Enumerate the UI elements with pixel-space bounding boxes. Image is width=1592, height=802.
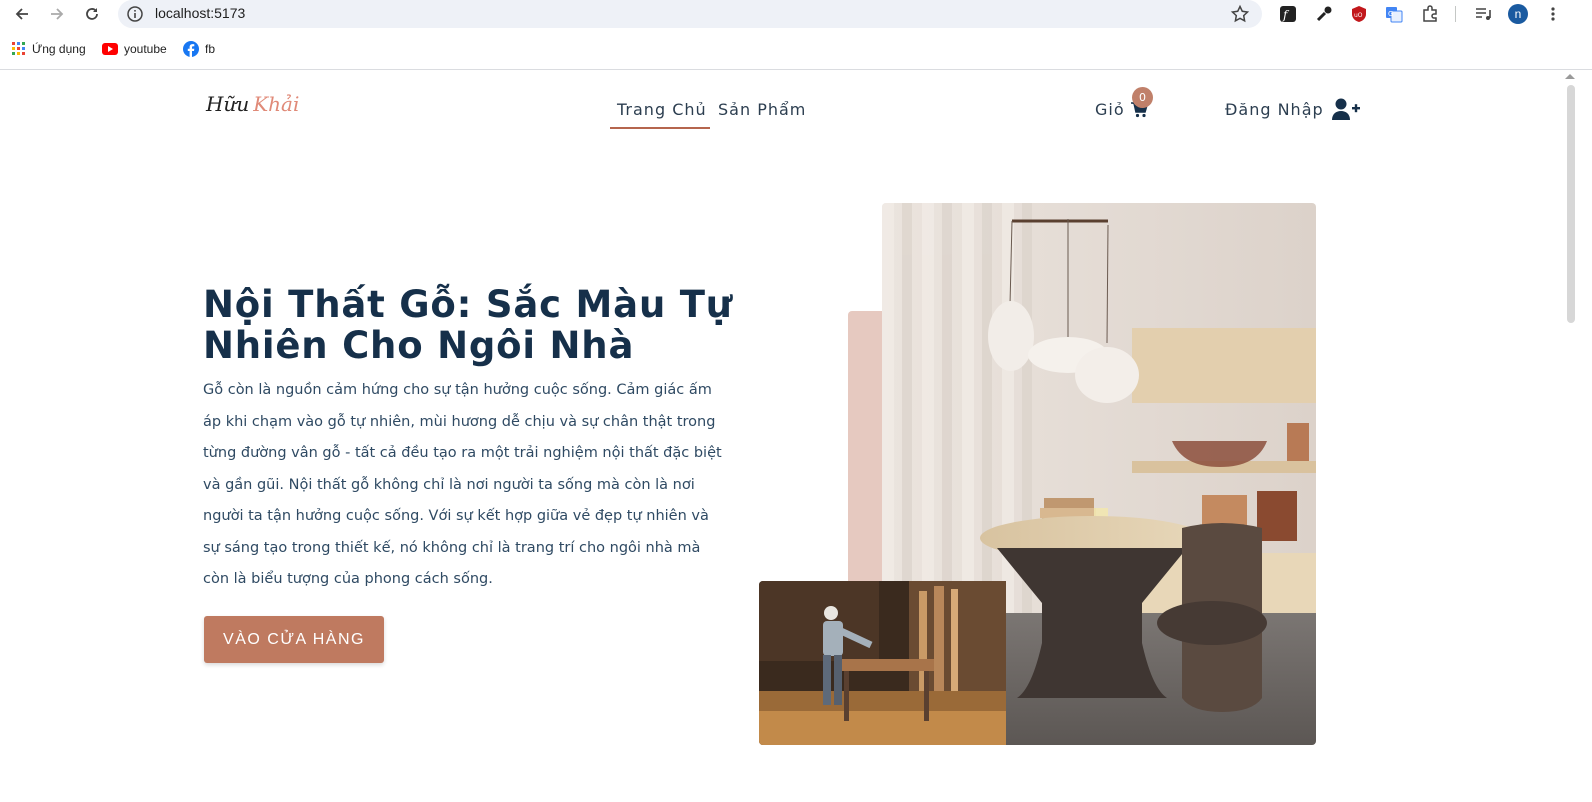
nav-products[interactable]: Sản Phẩm bbox=[718, 100, 806, 119]
ublock-icon[interactable]: uO bbox=[1348, 3, 1370, 25]
font-extension-icon[interactable]: f bbox=[1277, 3, 1299, 25]
scrollbar-thumb[interactable] bbox=[1567, 85, 1575, 323]
browser-toolbar: localhost:5173 f uO G n bbox=[0, 0, 1592, 28]
hero-description: Gỗ còn là nguồn cảm hứng cho sự tận hưởn… bbox=[203, 382, 722, 587]
back-arrow-icon[interactable] bbox=[11, 3, 33, 25]
site-info-icon[interactable] bbox=[126, 5, 144, 23]
more-menu-icon[interactable] bbox=[1542, 3, 1564, 25]
bookmark-label: fb bbox=[205, 42, 216, 56]
svg-text:G: G bbox=[1388, 10, 1393, 18]
bookmarks-bar: Ứng dụng youtube fb bbox=[0, 37, 1592, 61]
extensions-puzzle-icon[interactable] bbox=[1419, 3, 1441, 25]
user-plus-icon bbox=[1331, 98, 1360, 120]
bookmark-fb[interactable]: fb bbox=[183, 37, 215, 61]
bookmark-apps[interactable]: Ứng dụng bbox=[12, 37, 86, 61]
active-nav-underline bbox=[610, 127, 710, 129]
forward-arrow-icon[interactable] bbox=[46, 3, 68, 25]
toolbar-separator bbox=[1455, 6, 1456, 22]
site-logo[interactable]: Hữu Khải bbox=[206, 92, 299, 116]
apps-grid-icon bbox=[12, 42, 25, 55]
bookmark-star-icon[interactable] bbox=[1230, 4, 1250, 24]
login-label: Đăng Nhập bbox=[1225, 99, 1324, 119]
address-bar[interactable]: localhost:5173 bbox=[118, 0, 1262, 28]
cart-label: Giỏ bbox=[1095, 100, 1125, 119]
bookmark-label: Ứng dụng bbox=[32, 42, 86, 56]
youtube-icon bbox=[102, 43, 118, 55]
nav-home[interactable]: Trang Chủ bbox=[617, 100, 707, 119]
eyedropper-icon[interactable] bbox=[1313, 3, 1335, 25]
bookmark-label: youtube bbox=[124, 42, 167, 56]
bookmark-youtube[interactable]: youtube bbox=[102, 37, 167, 61]
scroll-up-arrow-icon[interactable] bbox=[1565, 74, 1575, 79]
media-playlist-icon[interactable] bbox=[1472, 3, 1494, 25]
svg-text:uO: uO bbox=[1354, 12, 1363, 19]
craftsman-workshop-image bbox=[759, 581, 1006, 745]
url-text[interactable]: localhost:5173 bbox=[155, 5, 245, 21]
logo-part1: Hữu bbox=[206, 92, 250, 116]
translate-icon[interactable]: G bbox=[1383, 3, 1405, 25]
cart-count-badge: 0 bbox=[1132, 87, 1153, 108]
chrome-divider bbox=[0, 69, 1592, 70]
profile-avatar[interactable]: n bbox=[1507, 3, 1529, 25]
shop-now-button[interactable]: VÀO CỬA HÀNG bbox=[204, 616, 384, 663]
hero-title: Nội Thất Gỗ: Sắc Màu Tự Nhiên Cho Ngôi N… bbox=[203, 283, 733, 367]
reload-icon[interactable] bbox=[81, 3, 103, 25]
facebook-icon bbox=[183, 41, 199, 57]
login-button[interactable]: Đăng Nhập bbox=[1225, 98, 1360, 120]
profile-initial: n bbox=[1508, 4, 1528, 24]
logo-part2: Khải bbox=[253, 92, 300, 116]
